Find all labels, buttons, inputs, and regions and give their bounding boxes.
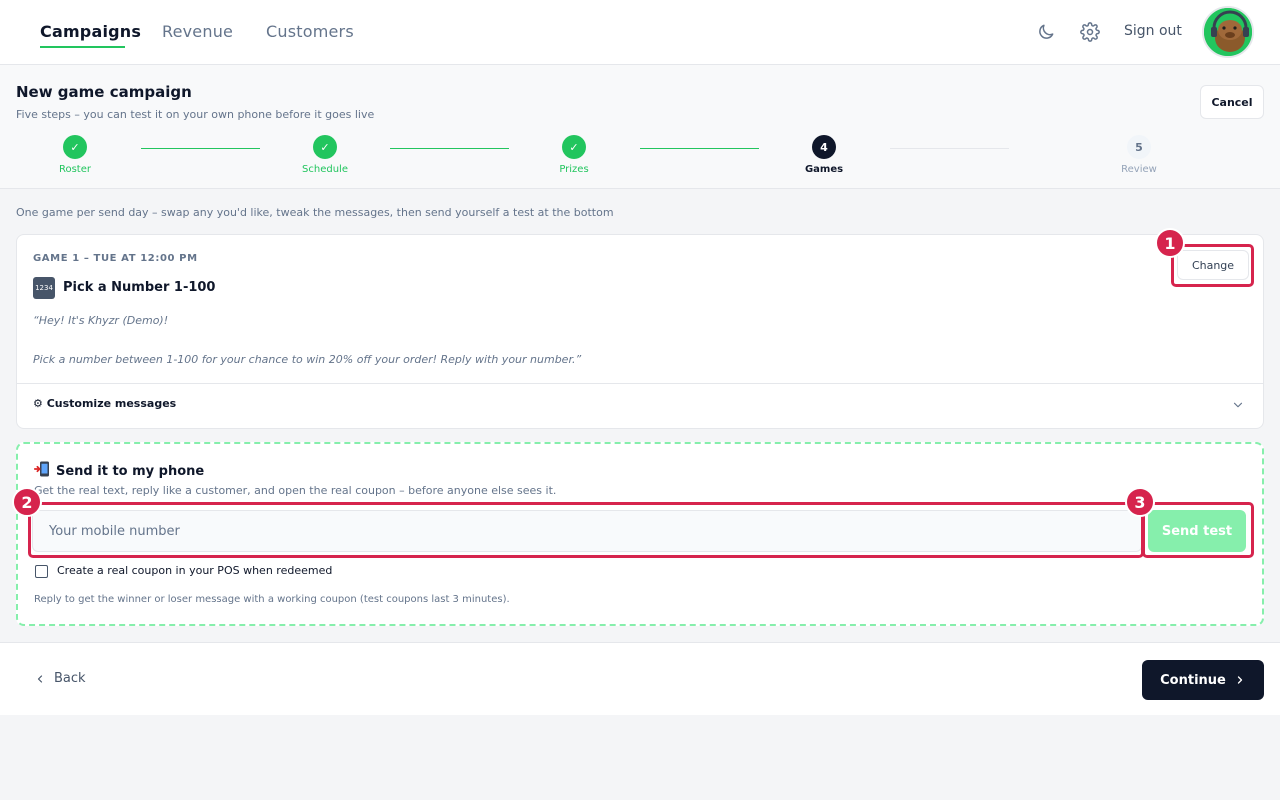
step-roster[interactable]: ✓ Roster <box>35 135 115 175</box>
numbers-icon: 1234 <box>33 277 55 299</box>
test-coupon-note: Reply to get the winner or loser message… <box>34 594 510 605</box>
step-connector <box>390 148 509 149</box>
sign-out-link[interactable]: Sign out <box>1124 23 1182 39</box>
annotation-box-1 <box>1171 244 1254 287</box>
chevron-down-icon[interactable] <box>1231 397 1245 411</box>
continue-button[interactable]: Continue <box>1142 660 1264 700</box>
annotation-box-3 <box>1142 502 1254 558</box>
step-connector <box>640 148 759 149</box>
tab-customers[interactable]: Customers <box>266 22 354 41</box>
step-label: Prizes <box>559 164 589 175</box>
wizard-header: New game campaign Five steps – you can t… <box>0 65 1280 189</box>
back-label: Back <box>54 671 86 686</box>
active-tab-indicator <box>40 46 125 48</box>
step-label: Games <box>804 164 844 175</box>
chevron-left-icon <box>37 674 43 683</box>
annotation-badge-3: 3 <box>1125 487 1155 517</box>
customize-messages-toggle[interactable]: ⚙ Customize messages <box>33 397 176 410</box>
step-number: 4 <box>812 135 836 159</box>
check-icon: ✓ <box>63 135 87 159</box>
step-review[interactable]: 5 Review <box>1099 135 1179 175</box>
page-title: New game campaign <box>16 83 192 101</box>
game-schedule-label: GAME 1 – TUE AT 12:00 PM <box>33 253 198 264</box>
continue-label: Continue <box>1160 672 1226 688</box>
avatar[interactable] <box>1202 6 1254 58</box>
step-label: Review <box>1121 164 1157 175</box>
real-coupon-checkbox[interactable] <box>35 565 48 578</box>
annotation-badge-2: 2 <box>12 487 42 517</box>
chevron-right-icon <box>1237 676 1243 684</box>
step-games[interactable]: 4 Games <box>784 135 864 175</box>
step-connector <box>890 148 1009 149</box>
check-icon: ✓ <box>562 135 586 159</box>
tab-revenue[interactable]: Revenue <box>162 22 233 41</box>
step-label: Roster <box>58 164 91 175</box>
back-button[interactable]: Back <box>34 671 86 686</box>
step-label: Schedule <box>302 164 348 175</box>
game-message-preview: “Hey! It's Khyzr (Demo)! Pick a number b… <box>33 314 582 366</box>
test-card-title: Send it to my phone <box>33 460 205 479</box>
test-card-subtitle: Get the real text, reply like a customer… <box>34 484 557 497</box>
page-subtitle: Five steps – you can test it on your own… <box>16 108 375 121</box>
annotation-box-2 <box>28 502 1144 558</box>
gear-icon[interactable] <box>1080 22 1100 42</box>
step-connector <box>141 148 260 149</box>
annotation-badge-1: 1 <box>1155 228 1185 258</box>
tab-campaigns[interactable]: Campaigns <box>40 22 141 41</box>
step-number: 5 <box>1127 135 1151 159</box>
moon-icon[interactable] <box>1036 22 1056 42</box>
check-icon: ✓ <box>313 135 337 159</box>
mobile-phone-icon <box>33 460 52 478</box>
real-coupon-label[interactable]: Create a real coupon in your POS when re… <box>57 564 332 577</box>
game-card: GAME 1 – TUE AT 12:00 PM 1234 Pick a Num… <box>16 234 1264 429</box>
top-nav: Campaigns Revenue Customers Sign out <box>0 0 1280 65</box>
step-schedule[interactable]: ✓ Schedule <box>285 135 365 175</box>
divider <box>17 383 1263 384</box>
cancel-button[interactable]: Cancel <box>1200 85 1264 119</box>
step-prizes[interactable]: ✓ Prizes <box>534 135 614 175</box>
game-name: Pick a Number 1-100 <box>63 280 216 295</box>
test-card-title-text: Send it to my phone <box>56 464 205 479</box>
wizard-footer: Back Continue <box>0 642 1280 715</box>
games-intro: One game per send day – swap any you'd l… <box>16 206 614 219</box>
